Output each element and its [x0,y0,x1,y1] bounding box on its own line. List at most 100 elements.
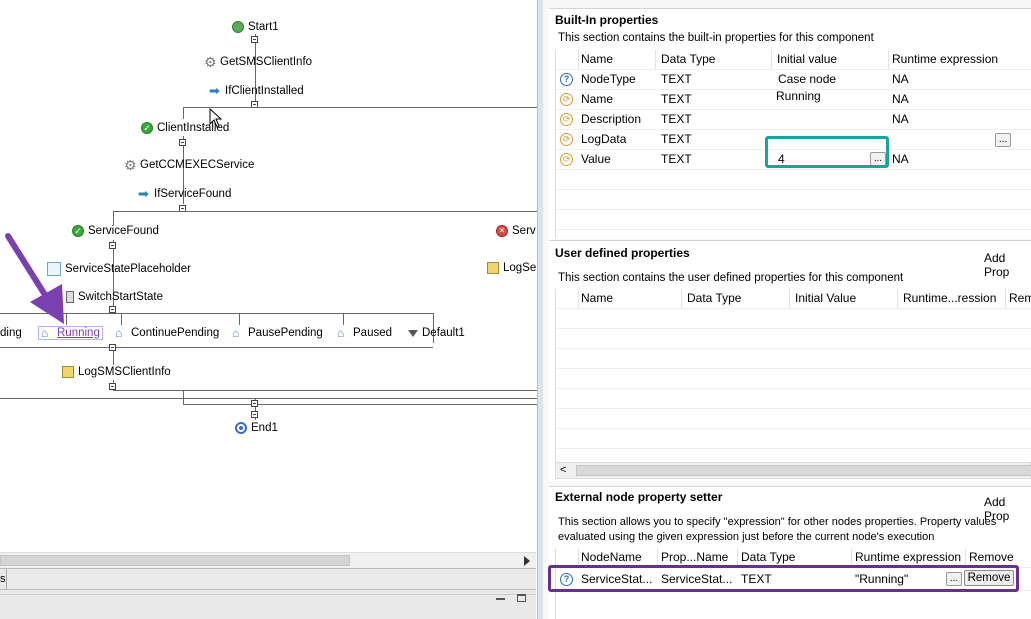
cell-runtime: NA [892,152,909,166]
gear-icon: ⚙ [204,54,217,70]
node-continue-pending[interactable]: ⌂ ContinuePending [115,327,219,339]
connector-handle[interactable] [109,306,116,313]
external-description-line1: This section allows you to specify "expr… [558,516,997,528]
bottom-panel-bar [0,590,536,619]
column-header[interactable]: Data Type [656,50,772,69]
builtin-description: This section contains the built-in prope… [558,32,874,44]
node-start[interactable]: Start1 [232,21,279,33]
column-header[interactable]: Name [578,50,656,69]
cell-type: TEXT [661,152,692,166]
node-log-sms-client-info[interactable]: LogSMSClientInfo [62,366,171,378]
column-header[interactable]: Name [578,289,682,308]
node-label: IfClientInstalled [225,85,304,97]
property-icon: ⟳ [560,133,573,146]
annotation-arrow-icon [5,233,64,324]
node-get-ccmexec-service[interactable]: ⚙ GetCCMEXECService [124,157,255,173]
node-label: GetCCMEXECService [140,159,255,171]
node-running[interactable]: ⌂ Running [38,326,103,340]
column-header[interactable]: Initial value [772,50,889,69]
column-header[interactable]: Rem [1006,289,1031,308]
node-label: Running [57,327,100,339]
cell-type: TEXT [661,132,692,146]
cell-initial[interactable]: Running [776,87,821,106]
cell-name: Value [581,152,611,166]
node-if-client-installed[interactable]: ➡ IfClientInstalled [209,83,304,98]
connector-handle[interactable] [251,411,258,418]
cell-type: TEXT [661,92,692,106]
cell-runtime: NA [892,72,909,86]
node-label: Paused [353,327,393,339]
property-icon: ⟳ [560,153,573,166]
node-service-found[interactable]: ✓ ServiceFound [72,225,159,237]
node-label: LogSMSClientInfo [78,366,171,378]
horizontal-scrollbar[interactable]: < [555,462,1031,479]
node-end[interactable]: End1 [235,422,278,434]
node-default1[interactable]: Default1 [408,327,465,339]
node-if-service-found[interactable]: ➡ IfServiceFound [138,186,231,201]
node-label: ServiceFound [88,225,159,237]
connector-handle[interactable] [109,383,116,390]
tab-partial[interactable]: s [0,569,7,589]
mouse-cursor-icon [209,108,223,128]
property-icon: ⟳ [560,93,573,106]
case-icon: ⌂ [232,326,240,340]
column-header[interactable]: Initial Value [790,289,898,308]
log-icon [62,366,74,378]
decision-arrow-icon: ➡ [209,83,220,98]
table-row[interactable]: ⟳ Name TEXT Running NA [556,87,1031,110]
cell-type: TEXT [661,112,692,126]
user-defined-title: User defined properties [555,246,690,260]
scroll-left-icon[interactable]: < [560,465,566,476]
minimize-icon[interactable] [496,598,505,600]
node-label: SwitchStartState [78,291,164,303]
connector-handle[interactable] [251,400,258,407]
decision-arrow-icon: ➡ [138,186,149,201]
tab-strip: s [0,568,536,590]
connector-handle[interactable] [109,344,116,351]
scrollbar-thumb[interactable] [576,465,1031,476]
connector-handle[interactable] [179,139,186,146]
node-label: ServiceStatePlaceholder [65,263,191,275]
node-log-service[interactable]: LogSer [487,262,537,274]
question-icon: ? [560,73,573,86]
default-triangle-icon [408,329,418,337]
table-header: Name Data Type Initial value Runtime exp… [556,50,1031,70]
node-pause-pending[interactable]: ⌂ PausePending [232,327,323,339]
cell-name: LogData [581,132,627,146]
node-switch-start-state[interactable]: SwitchStartState [66,291,163,303]
node-pending[interactable]: ding [0,327,22,339]
column-header[interactable]: Data Type [682,289,790,308]
maximize-icon[interactable] [517,594,526,602]
column-header[interactable]: Runtime expression [889,50,1031,69]
connector-handle[interactable] [251,36,258,43]
cell-runtime: NA [892,112,909,126]
node-label: LogSer [503,262,537,274]
ellipsis-button[interactable]: ... [995,133,1011,147]
case-icon: ⌂ [115,326,123,340]
gear-icon: ⚙ [124,157,137,173]
node-label: Default1 [422,327,465,339]
connector-handle[interactable] [109,242,116,249]
table-header: Name Data Type Initial Value Runtime...r… [556,289,1031,309]
node-get-sms-client-info[interactable]: ⚙ GetSMSClientInfo [204,54,312,70]
node-paused[interactable]: ⌂ Paused [337,327,392,339]
property-icon: ⟳ [560,113,573,126]
external-title: External node property setter [555,490,723,504]
error-icon: ✕ [496,225,508,237]
scrollbar-thumb[interactable] [0,555,350,566]
user-defined-table: Name Data Type Initial Value Runtime...r… [555,289,1031,462]
node-service-not-found[interactable]: ✕ Serv [496,225,536,237]
table-row[interactable]: ⟳ Description TEXT NA [556,110,1031,130]
workflow-canvas[interactable]: Start1 ⚙ GetSMSClientInfo ➡ IfClientInst… [0,0,537,619]
end-icon [235,422,247,434]
cell-name: NodeType [581,72,636,86]
log-icon [487,262,499,274]
cell-runtime: NA [892,92,909,106]
purple-highlight [548,565,1019,592]
add-property-button[interactable]: Add Prop [984,251,1031,279]
column-header[interactable]: Runtime...ression [898,289,1006,308]
node-label: Start1 [248,21,279,33]
scroll-right-icon[interactable] [524,556,530,566]
node-label: Serv [512,225,536,237]
horizontal-scrollbar[interactable] [0,552,536,569]
